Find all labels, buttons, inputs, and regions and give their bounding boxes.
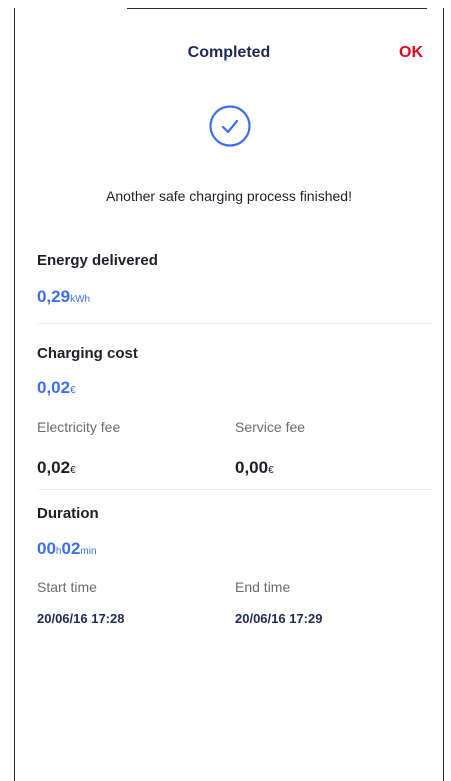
electricity-fee-value: 0,02 bbox=[37, 458, 71, 477]
duration-value-row: 00h02min bbox=[37, 539, 433, 559]
energy-section: Energy delivered 0,29kWh bbox=[37, 252, 433, 307]
service-fee-value: 0,00 bbox=[235, 458, 269, 477]
duration-hours: 00 bbox=[37, 539, 56, 558]
divider bbox=[37, 489, 433, 490]
cost-section: Charging cost 0,02€ bbox=[37, 345, 433, 398]
cost-unit: € bbox=[70, 385, 76, 396]
duration-minutes: 02 bbox=[61, 539, 81, 558]
end-time-value: 20/06/16 17:29 bbox=[235, 611, 323, 626]
service-fee-value-row: 0,00€ bbox=[235, 458, 274, 478]
energy-unit: kWh bbox=[70, 294, 91, 305]
duration-title: Duration bbox=[37, 505, 99, 522]
check-circle-icon bbox=[208, 104, 252, 148]
service-fee-label: Service fee bbox=[235, 419, 306, 435]
end-time-label: End time bbox=[235, 579, 291, 595]
duration-section: Duration 00h02min bbox=[37, 505, 433, 559]
energy-title: Energy delivered bbox=[37, 252, 158, 269]
electricity-fee-value-row: 0,02€ bbox=[37, 458, 76, 478]
energy-value: 0,29 bbox=[37, 287, 71, 306]
page-title: Completed bbox=[187, 44, 271, 61]
electricity-fee-unit: € bbox=[70, 465, 76, 476]
duration-minutes-unit: min bbox=[80, 546, 97, 557]
start-time-label: Start time bbox=[37, 579, 97, 595]
cost-value-row: 0,02€ bbox=[37, 378, 433, 398]
divider bbox=[37, 323, 433, 324]
start-time-value: 20/06/16 17:28 bbox=[37, 611, 125, 626]
header-bar: Completed OK bbox=[15, 8, 443, 78]
service-fee-unit: € bbox=[268, 465, 274, 476]
energy-value-row: 0,29kWh bbox=[37, 287, 433, 307]
ok-button[interactable]: OK bbox=[399, 44, 423, 62]
screen-frame: Completed OK Another safe charging proce… bbox=[14, 8, 444, 781]
cost-value: 0,02 bbox=[37, 378, 71, 397]
cost-title: Charging cost bbox=[37, 345, 138, 362]
electricity-fee-label: Electricity fee bbox=[37, 419, 121, 435]
completion-message: Another safe charging process finished! bbox=[106, 188, 352, 204]
